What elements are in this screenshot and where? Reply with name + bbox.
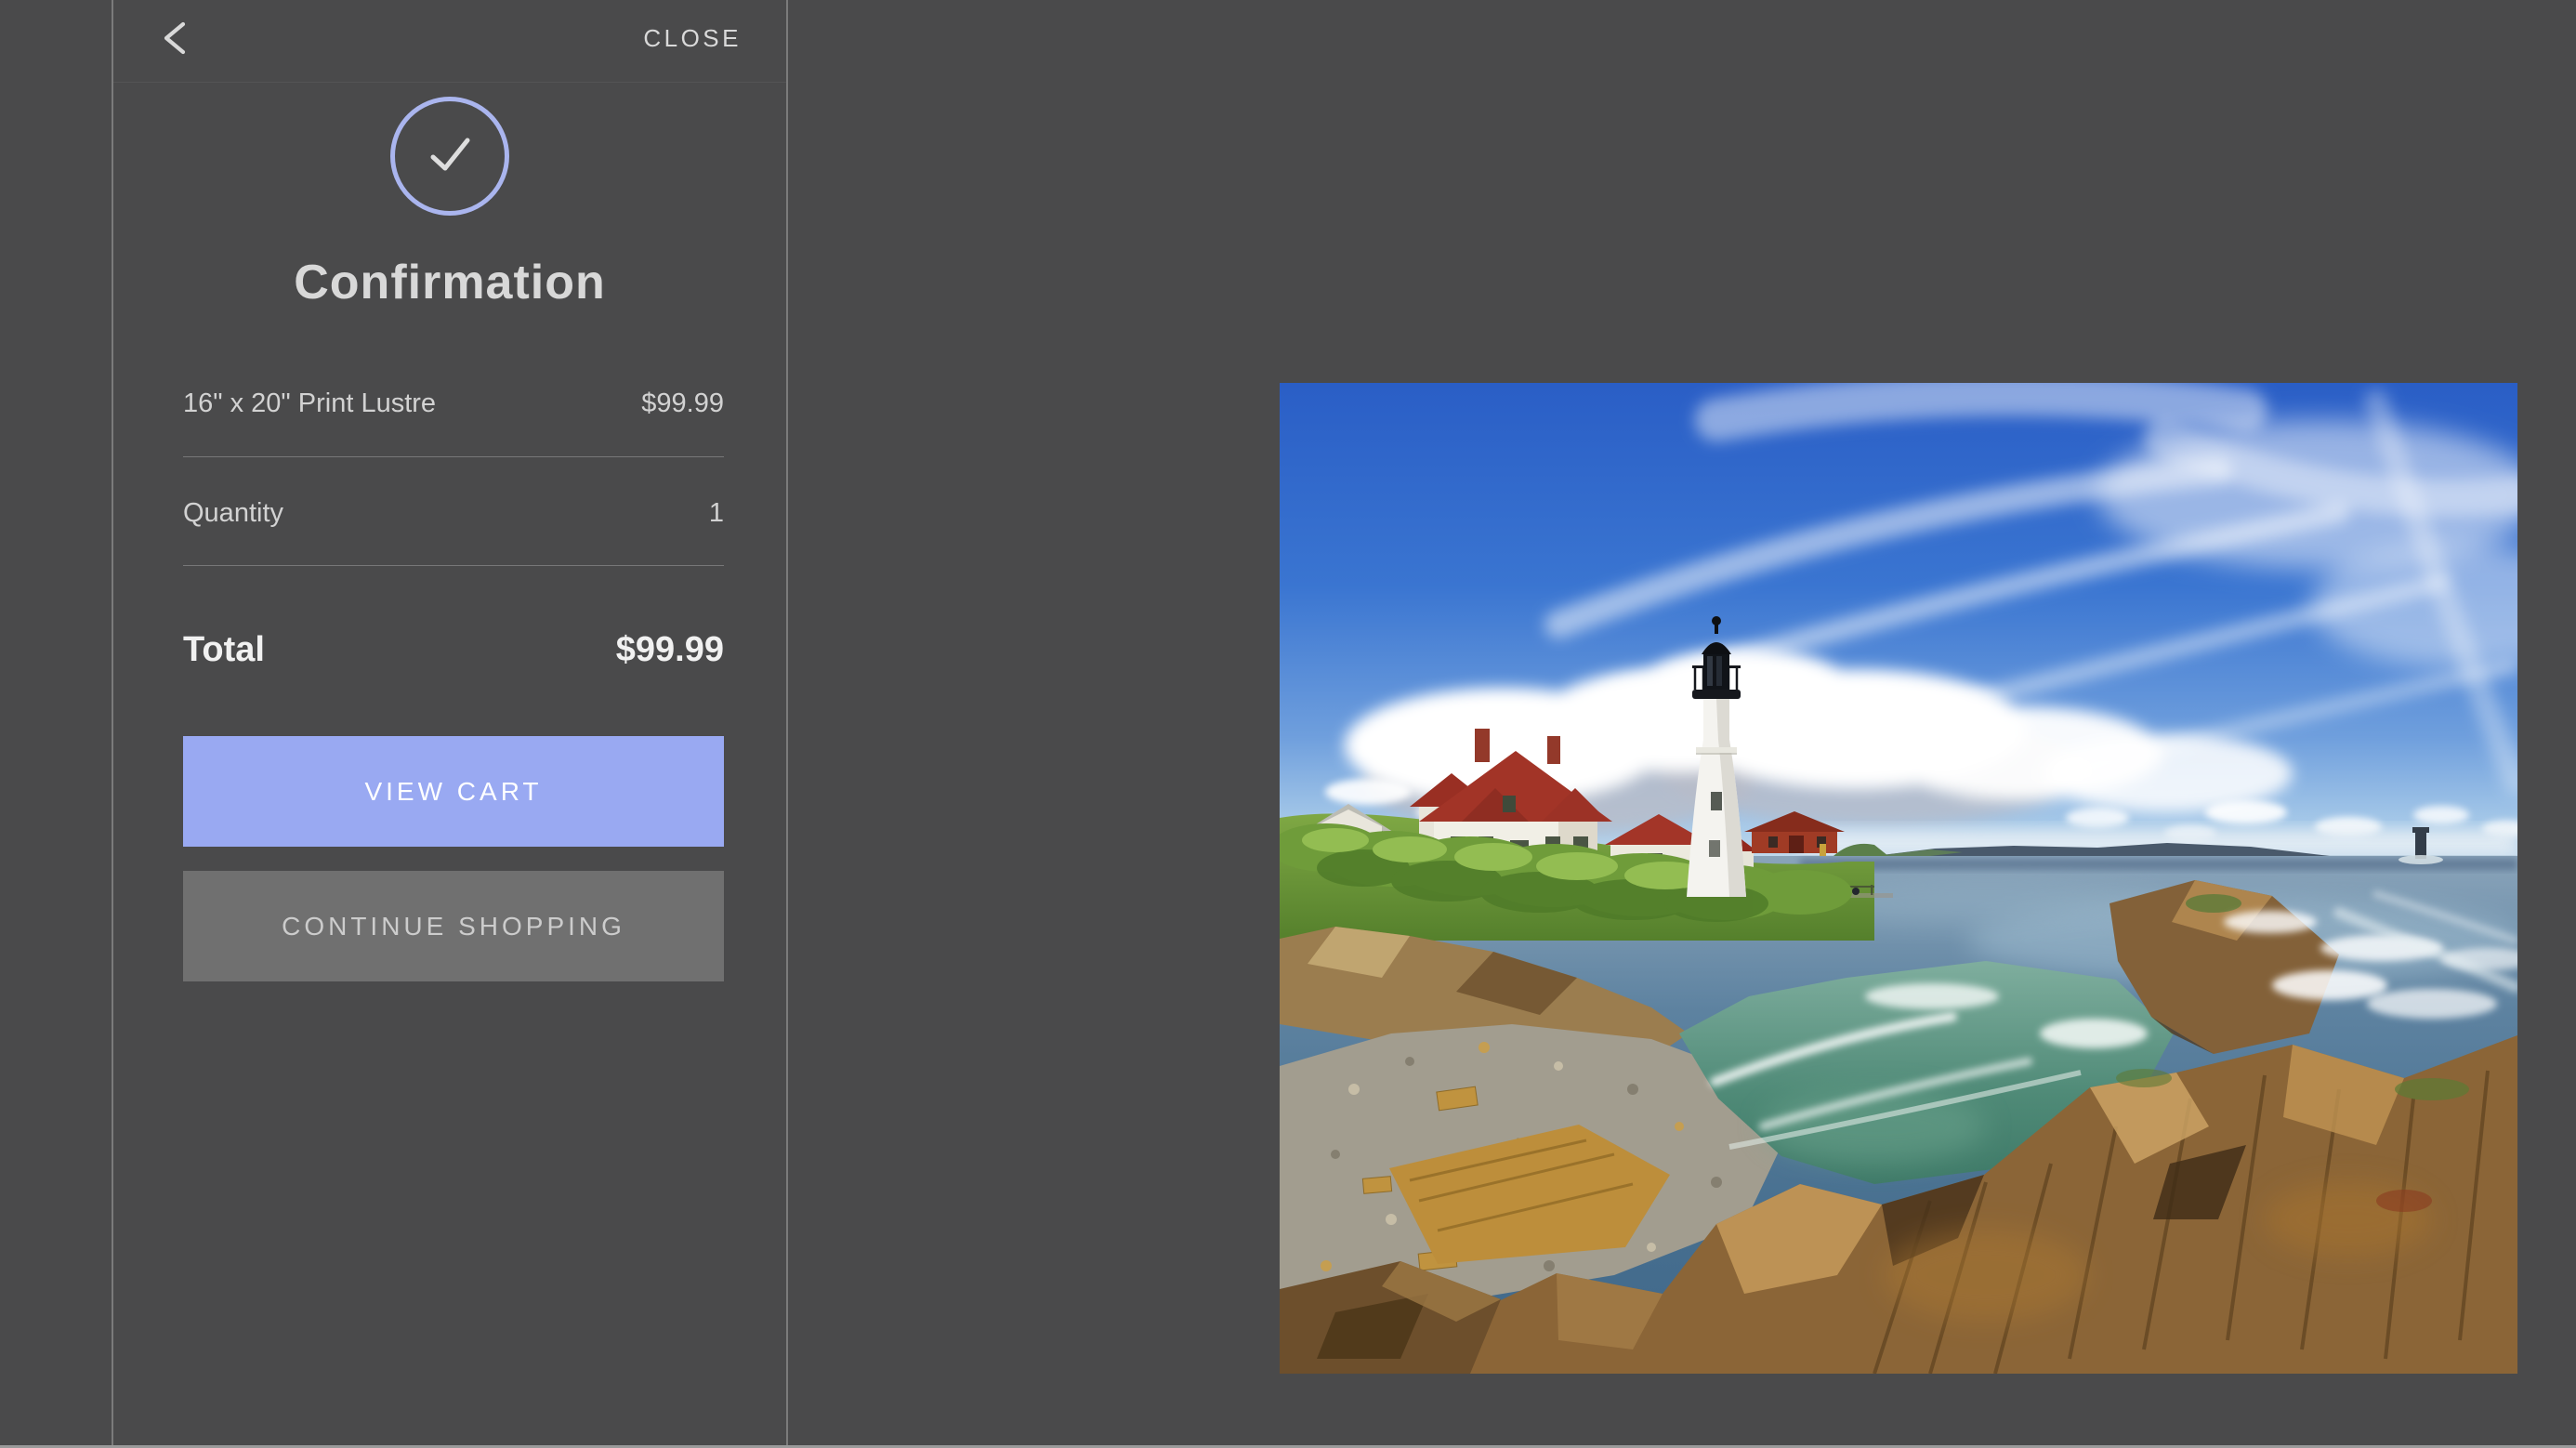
quantity-label: Quantity <box>183 498 283 529</box>
confirmation-panel: CLOSE Confirmation 16" x 20" Print Lustr… <box>112 0 788 1448</box>
quantity-value: 1 <box>709 498 724 529</box>
total-label: Total <box>183 630 265 670</box>
close-button[interactable]: CLOSE <box>643 24 742 53</box>
view-cart-button[interactable]: VIEW CART <box>183 736 724 847</box>
total-row: Total $99.99 <box>183 620 724 679</box>
page-title: Confirmation <box>113 255 786 310</box>
divider <box>183 565 724 566</box>
line-item-product: 16" x 20" Print Lustre $99.99 <box>183 377 724 429</box>
continue-shopping-button[interactable]: CONTINUE SHOPPING <box>183 871 724 981</box>
total-value: $99.99 <box>616 630 724 670</box>
line-item-price: $99.99 <box>641 388 724 419</box>
panel-header: CLOSE <box>113 0 786 83</box>
divider <box>183 456 724 457</box>
check-circle-icon <box>390 97 509 216</box>
back-button[interactable] <box>154 17 199 61</box>
line-item-label: 16" x 20" Print Lustre <box>183 388 436 419</box>
chevron-left-icon <box>156 18 197 61</box>
line-item-quantity: Quantity 1 <box>183 487 724 539</box>
product-photo-preview <box>1280 383 2517 1374</box>
check-icon <box>419 124 480 190</box>
